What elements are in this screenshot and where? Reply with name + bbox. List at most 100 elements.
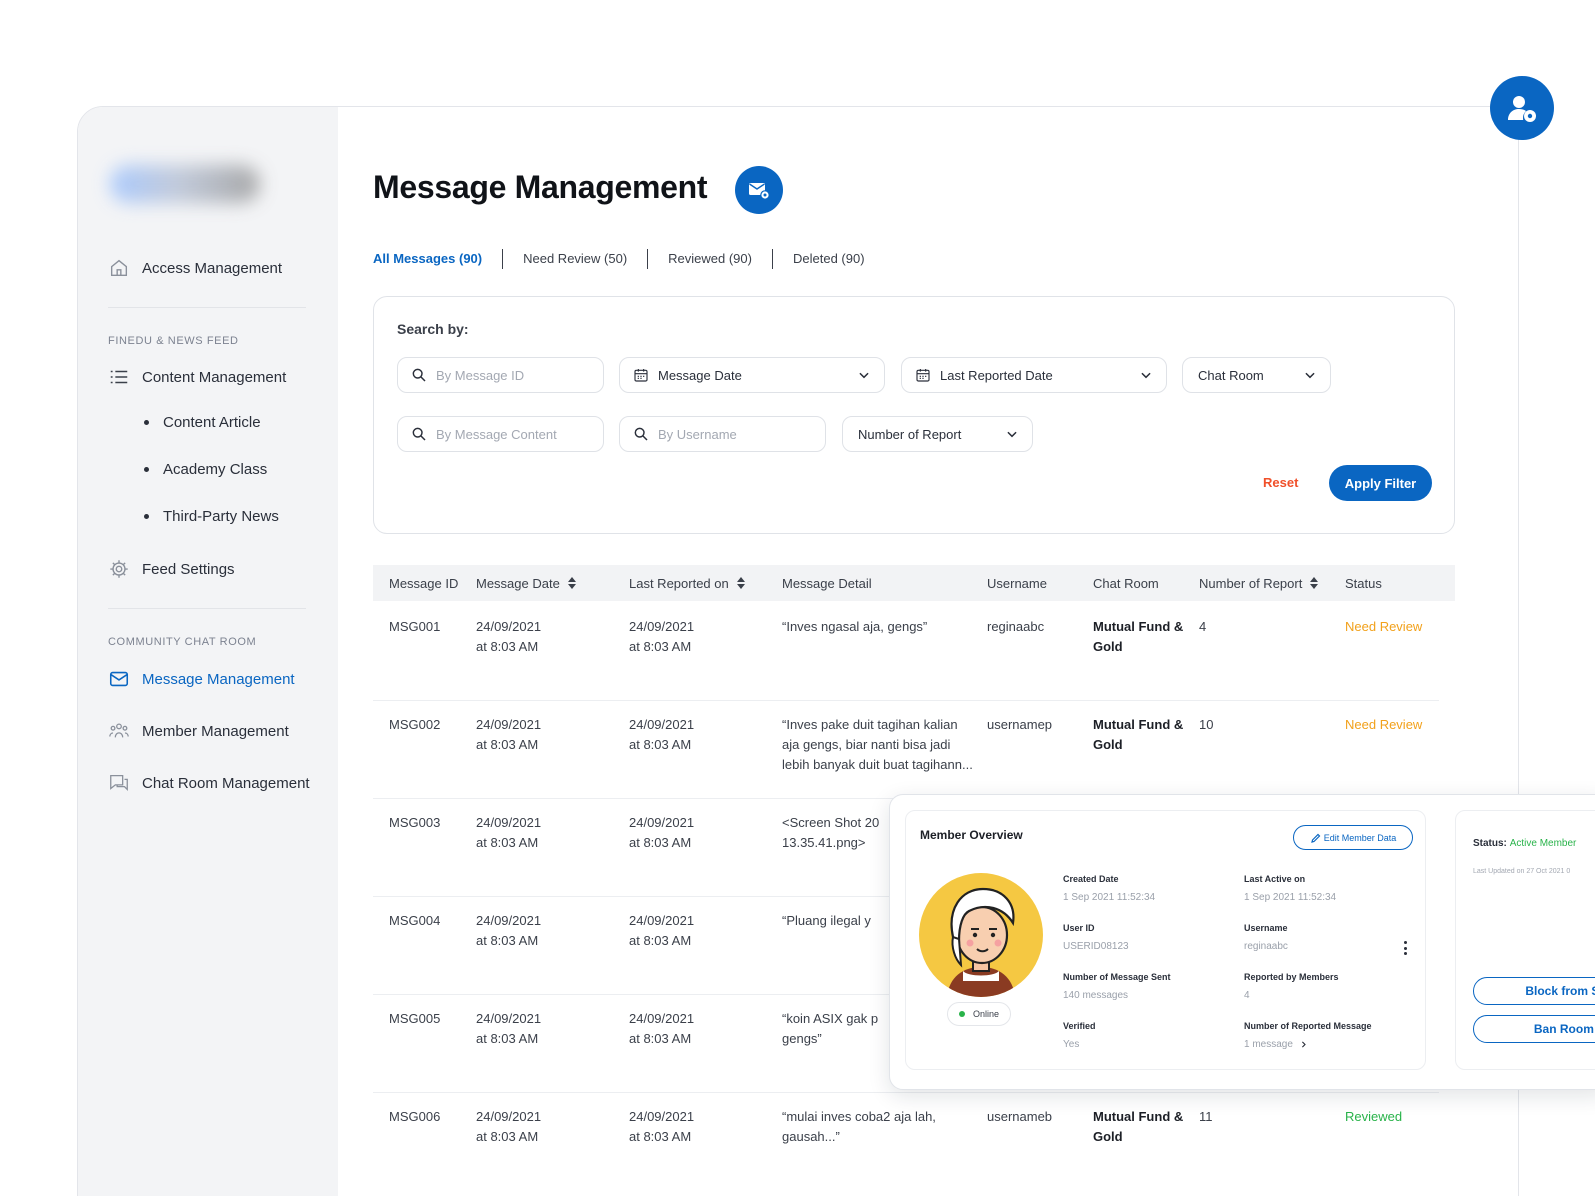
message-id-cell: MSG003 bbox=[389, 815, 441, 830]
chevron-down-icon bbox=[1305, 372, 1315, 379]
sidebar-section-label: FINEDU & NEWS FEED bbox=[108, 335, 239, 347]
tab-all-messages[interactable]: All Messages (90) bbox=[373, 249, 504, 269]
time-text: at 8:03 AM bbox=[629, 737, 692, 752]
block-from-send-button[interactable]: Block from Send bbox=[1473, 977, 1595, 1005]
username-search-input[interactable]: By Username bbox=[619, 416, 826, 452]
date-text: 24/09/2021 bbox=[629, 717, 695, 732]
message-id-cell: MSG001 bbox=[389, 619, 441, 634]
chat-room-dropdown[interactable]: Chat Room bbox=[1182, 357, 1331, 393]
message-content-search-input[interactable]: By Message Content bbox=[397, 416, 604, 452]
message-date-cell: 24/09/2021 at 8:03 AM bbox=[476, 715, 541, 755]
column-header-last-reported[interactable]: Last Reported on bbox=[629, 565, 745, 601]
column-header-label: Chat Room bbox=[1093, 575, 1159, 591]
profile-settings-button[interactable] bbox=[1490, 76, 1554, 140]
last-reported-cell: 24/09/2021 at 8:03 AM bbox=[629, 813, 694, 853]
sidebar-section-label: COMMUNITY CHAT ROOM bbox=[108, 636, 257, 648]
message-date-cell: 24/09/2021 at 8:03 AM bbox=[476, 617, 541, 657]
last-reported-date-dropdown[interactable]: Last Reported Date bbox=[901, 357, 1167, 393]
room-line: Mutual Fund & bbox=[1093, 1109, 1184, 1124]
sort-icon[interactable] bbox=[1310, 577, 1319, 589]
username-value: reginaabc bbox=[1244, 941, 1288, 952]
room-line: Mutual Fund & bbox=[1093, 619, 1184, 634]
detail-line: gausah...” bbox=[782, 1129, 840, 1144]
last-reported-cell: 24/09/2021 at 8:03 AM bbox=[629, 617, 694, 657]
table-row[interactable]: MSG001 24/09/2021 at 8:03 AM 24/09/2021 at… bbox=[373, 601, 1439, 701]
tab-need-review[interactable]: Need Review (50) bbox=[503, 249, 649, 269]
detail-line: “mulai inves coba2 aja lah, bbox=[782, 1109, 936, 1124]
time-text: at 8:03 AM bbox=[629, 835, 692, 850]
mail-icon bbox=[109, 671, 129, 687]
sort-icon[interactable] bbox=[736, 577, 745, 589]
sidebar-divider bbox=[108, 307, 306, 308]
date-text: 24/09/2021 bbox=[476, 619, 542, 634]
sidebar-subitem-content-article[interactable]: Content Article bbox=[144, 414, 261, 431]
time-text: at 8:03 AM bbox=[476, 933, 539, 948]
message-id-search-input[interactable]: By Message ID bbox=[397, 357, 604, 393]
ban-room-access-button[interactable]: Ban Room Ac bbox=[1473, 1015, 1595, 1043]
message-detail-cell: “Inves pake duit tagihan kalian aja gengs… bbox=[782, 715, 982, 775]
status-badge: Need Review bbox=[1345, 619, 1423, 634]
reported-messages-link[interactable]: 1 message bbox=[1244, 1039, 1308, 1050]
column-header-status: Status bbox=[1345, 565, 1382, 601]
chevron-down-icon bbox=[1007, 431, 1017, 438]
sidebar-subitem-third-party-news[interactable]: Third-Party News bbox=[144, 508, 279, 525]
column-header-message-date[interactable]: Message Date bbox=[476, 565, 576, 601]
edit-member-data-button[interactable]: Edit Member Data bbox=[1293, 825, 1413, 850]
sidebar-item-chat-room-management[interactable]: Chat Room Management bbox=[108, 772, 310, 794]
reported-by-members-value: 4 bbox=[1244, 990, 1250, 1001]
dropdown-label: Message Date bbox=[658, 367, 742, 383]
sidebar-divider bbox=[108, 608, 306, 609]
sidebar-subitem-label: Third-Party News bbox=[163, 508, 279, 525]
more-options-icon[interactable] bbox=[1404, 941, 1408, 955]
sidebar-item-label: Member Management bbox=[142, 722, 289, 740]
sidebar-item-access-management[interactable]: Access Management bbox=[108, 257, 282, 279]
report-count-cell: 4 bbox=[1199, 619, 1207, 634]
column-header-username: Username bbox=[987, 565, 1047, 601]
column-header-message-detail: Message Detail bbox=[782, 565, 872, 601]
date-text: 24/09/2021 bbox=[476, 1011, 542, 1026]
last-reported-cell: 24/09/2021 at 8:03 AM bbox=[629, 1107, 694, 1147]
dropdown-label: Last Reported Date bbox=[940, 367, 1053, 383]
sidebar-item-label: Feed Settings bbox=[142, 560, 235, 578]
sidebar-subitem-academy-class[interactable]: Academy Class bbox=[144, 461, 267, 478]
apply-filter-button[interactable]: Apply Filter bbox=[1329, 465, 1432, 501]
detail-line: aja gengs, biar nanti bisa jadi bbox=[782, 737, 951, 752]
column-header-label: Message Date bbox=[476, 575, 560, 591]
sidebar-item-content-management[interactable]: Content Management bbox=[108, 366, 286, 388]
filter-panel: Search by: By Message ID Message Date La… bbox=[373, 296, 1455, 534]
reset-button[interactable]: Reset bbox=[1263, 475, 1298, 490]
message-id-cell: MSG004 bbox=[389, 913, 441, 928]
sidebar: Access Management FINEDU & NEWS FEED Con… bbox=[78, 107, 338, 1196]
calendar-icon bbox=[634, 369, 648, 382]
table-row[interactable]: MSG002 24/09/2021 at 8:03 AM 24/09/2021 at… bbox=[373, 699, 1439, 799]
column-header-message-id: Message ID bbox=[389, 565, 458, 601]
message-detail-cell: “mulai inves coba2 aja lah, gausah...” bbox=[782, 1107, 982, 1147]
sidebar-subitem-label: Academy Class bbox=[163, 461, 268, 478]
last-reported-cell: 24/09/2021 at 8:03 AM bbox=[629, 911, 694, 951]
home-icon bbox=[110, 259, 128, 277]
tab-deleted[interactable]: Deleted (90) bbox=[773, 249, 885, 269]
column-header-chat-room: Chat Room bbox=[1093, 565, 1159, 601]
sidebar-item-message-management[interactable]: Message Management bbox=[108, 668, 295, 690]
member-status-line: Status: Active Member bbox=[1473, 838, 1576, 849]
number-of-report-dropdown[interactable]: Number of Report bbox=[842, 416, 1033, 452]
date-text: 24/09/2021 bbox=[476, 815, 542, 830]
members-icon bbox=[109, 723, 129, 738]
time-text: at 8:03 AM bbox=[476, 639, 539, 654]
sidebar-item-label: Chat Room Management bbox=[142, 774, 310, 792]
sidebar-item-feed-settings[interactable]: Feed Settings bbox=[108, 558, 235, 580]
edit-button-label: Edit Member Data bbox=[1323, 832, 1397, 843]
sidebar-item-member-management[interactable]: Member Management bbox=[108, 720, 289, 742]
sort-icon[interactable] bbox=[567, 577, 576, 589]
message-date-cell: 24/09/2021 at 8:03 AM bbox=[476, 1009, 541, 1049]
table-row[interactable]: MSG006 24/09/2021 at 8:03 AM 24/09/2021 at… bbox=[373, 1091, 1439, 1191]
created-date-label: Created Date bbox=[1063, 874, 1119, 884]
column-header-number-of-report[interactable]: Number of Report bbox=[1199, 565, 1319, 601]
room-line: Gold bbox=[1093, 639, 1123, 654]
time-text: at 8:03 AM bbox=[476, 1129, 539, 1144]
message-date-dropdown[interactable]: Message Date bbox=[619, 357, 885, 393]
reported-by-members-label: Reported by Members bbox=[1244, 972, 1339, 982]
tab-reviewed[interactable]: Reviewed (90) bbox=[648, 249, 773, 269]
sidebar-item-label: Message Management bbox=[142, 670, 295, 688]
date-text: 24/09/2021 bbox=[476, 717, 542, 732]
